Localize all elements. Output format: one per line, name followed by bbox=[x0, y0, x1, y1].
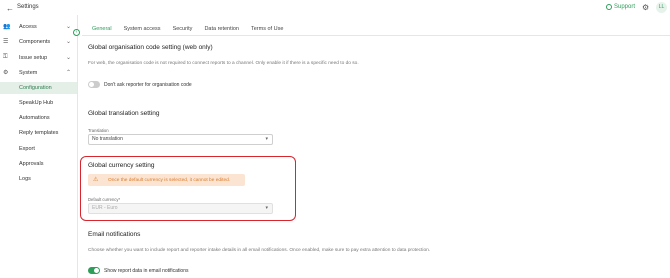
chevron-down-icon: ⌄ bbox=[66, 24, 72, 30]
email-description: Choose whether you want to include repor… bbox=[88, 248, 431, 253]
sidebar-item-label: System bbox=[19, 70, 38, 76]
currency-warning-text: Once the default currency is selected, i… bbox=[108, 177, 231, 183]
sidebar-item-speakup-hub[interactable]: SpeakUp Hub bbox=[0, 97, 77, 109]
gear-icon: ⚙ bbox=[3, 70, 9, 76]
page-title: Settings bbox=[17, 4, 39, 10]
org-code-toggle[interactable] bbox=[88, 81, 100, 88]
sidebar-item-configuration[interactable]: Configuration bbox=[0, 82, 77, 94]
org-code-description: For web, the organisation code is not re… bbox=[88, 61, 359, 66]
email-toggle-label: Show report data in email notifications bbox=[104, 268, 189, 274]
chevron-down-icon: ⌄ bbox=[66, 55, 72, 61]
sidebar-item-approvals[interactable]: Approvals bbox=[0, 158, 77, 170]
tabs-divider bbox=[82, 35, 670, 36]
chevron-down-icon: ▾ bbox=[265, 205, 268, 211]
support-link[interactable]: Support bbox=[606, 4, 635, 10]
currency-select-value: EUR - Euro bbox=[92, 205, 118, 211]
chevron-down-icon: ▾ bbox=[265, 136, 268, 142]
sidebar-item-label: Export bbox=[19, 146, 35, 152]
support-icon bbox=[606, 4, 612, 10]
sidebar-item-label: Configuration bbox=[19, 85, 52, 91]
org-code-title: Global organisation code setting (web on… bbox=[88, 44, 213, 51]
email-toggle[interactable] bbox=[88, 267, 100, 274]
email-title: Email notifications bbox=[88, 231, 141, 238]
sidebar-item-label: Components bbox=[19, 39, 51, 45]
sidebar-item-label: Logs bbox=[19, 176, 31, 182]
warning-icon: ⚠ bbox=[93, 177, 99, 183]
top-bar: ← Settings Support ⚙ LL bbox=[0, 0, 670, 15]
sidebar-item-components[interactable]: ☰ Components ⌄ bbox=[0, 36, 77, 48]
sidebar-item-automations[interactable]: Automations bbox=[0, 112, 77, 124]
toggle-knob bbox=[89, 82, 94, 87]
gear-icon[interactable]: ⚙ bbox=[642, 3, 649, 12]
sidebar-item-issue-setup[interactable]: ⚿ Issue setup ⌄ bbox=[0, 52, 77, 64]
sidebar-item-export[interactable]: Export bbox=[0, 143, 77, 155]
chevron-up-icon: ⌃ bbox=[66, 70, 72, 76]
sidebar-item-reply-templates[interactable]: Reply templates bbox=[0, 127, 77, 139]
translation-field-label: Translation bbox=[88, 128, 109, 133]
currency-field-label: Default currency* bbox=[88, 197, 121, 202]
sidebar-item-label: Issue setup bbox=[19, 55, 48, 61]
currency-select: EUR - Euro ▾ bbox=[88, 203, 273, 214]
sidebar-item-label: Access bbox=[19, 24, 37, 30]
toggle-knob bbox=[94, 268, 99, 273]
layers-icon: ☰ bbox=[3, 39, 9, 45]
arrow-left-icon[interactable]: ← bbox=[6, 4, 14, 13]
users-icon: 👥 bbox=[3, 24, 11, 30]
currency-warning-banner: ⚠ Once the default currency is selected,… bbox=[88, 174, 245, 186]
sidebar-item-label: Automations bbox=[19, 115, 50, 121]
translation-title: Global translation setting bbox=[88, 110, 160, 117]
avatar[interactable]: LL bbox=[656, 2, 667, 13]
currency-title: Global currency setting bbox=[88, 162, 155, 169]
sidebar-item-label: Approvals bbox=[19, 161, 44, 167]
key-icon: ⚿ bbox=[3, 54, 8, 60]
chevron-down-icon: ⌄ bbox=[66, 39, 72, 45]
org-code-toggle-label: Don't ask reporter for organisation code bbox=[104, 82, 192, 88]
translation-select[interactable]: No translation ▾ bbox=[88, 134, 273, 145]
sidebar-item-label: Reply templates bbox=[19, 130, 59, 136]
sidebar-item-system[interactable]: ⚙ System ⌃ bbox=[0, 67, 77, 79]
sidebar-item-logs[interactable]: Logs bbox=[0, 173, 77, 185]
support-label: Support bbox=[614, 4, 636, 10]
sidebar-item-label: SpeakUp Hub bbox=[19, 100, 54, 106]
translation-select-value: No translation bbox=[92, 136, 123, 142]
sidebar-item-access[interactable]: 👥 Access ⌄ bbox=[0, 21, 77, 33]
